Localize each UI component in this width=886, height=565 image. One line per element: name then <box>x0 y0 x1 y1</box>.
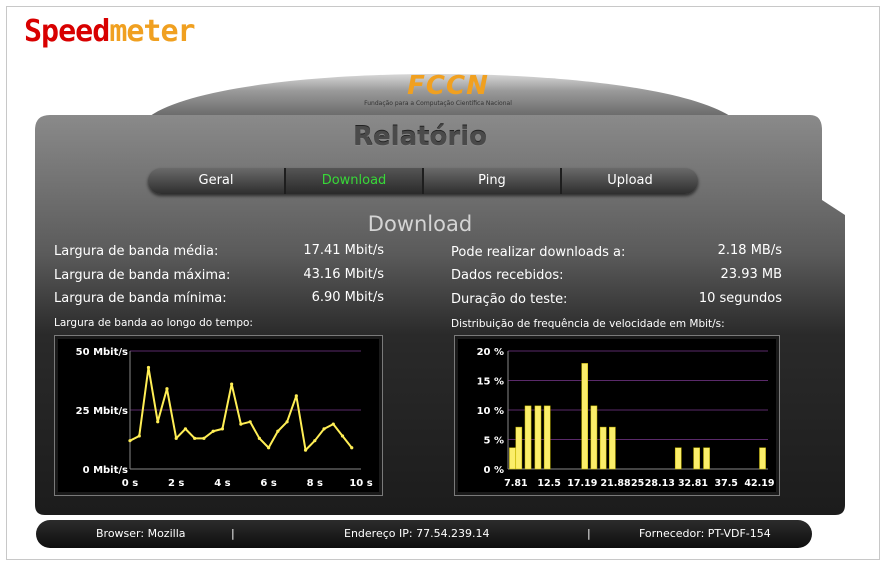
stat-data-received-value: 23.93 MB <box>720 267 782 282</box>
footer-browser: Browser: Mozilla <box>96 527 186 540</box>
bandwidth-point <box>276 429 280 433</box>
histogram-bar <box>674 447 682 470</box>
y-tick-label: 15 % <box>477 377 504 388</box>
histogram-bar <box>581 363 589 470</box>
footer-separator-2: | <box>587 527 591 540</box>
bandwidth-point <box>239 422 243 426</box>
histogram-title: Distribuição de frequência de velocidade… <box>451 318 725 330</box>
tab-download[interactable]: Download <box>286 168 424 194</box>
bandwidth-point <box>313 439 317 443</box>
line-chart-title: Largura de banda ao longo do tempo: <box>54 317 253 329</box>
bandwidth-point <box>128 439 132 443</box>
x-tick-label: 0 s <box>122 478 138 489</box>
stat-avg-bandwidth-value: 17.41 Mbit/s <box>303 243 384 258</box>
footer-ip: Endereço IP: 77.54.239.14 <box>344 527 490 540</box>
bandwidth-point <box>230 382 234 386</box>
histogram-bar <box>599 426 607 470</box>
stat-test-duration-value: 10 segundos <box>698 291 782 306</box>
bandwidth-point <box>193 436 197 440</box>
x-tick-label: 21.88 <box>601 478 631 489</box>
fccn-mark: FCCN <box>407 71 489 101</box>
x-tick-label: 7.81 <box>504 478 527 489</box>
y-tick-label: 20 % <box>477 347 504 358</box>
bandwidth-point <box>211 429 215 433</box>
tab-upload[interactable]: Upload <box>562 168 698 194</box>
x-tick-label: 6 s <box>260 478 276 489</box>
histogram-bar <box>759 447 766 470</box>
stat-min-bandwidth-label: Largura de banda mínima: <box>54 291 227 306</box>
y-tick-label: 50 Mbit/s <box>76 347 128 358</box>
fccn-subtitle: Fundação para a Computação Científica Na… <box>364 100 512 107</box>
bandwidth-point <box>165 387 169 391</box>
stat-download-rate-label: Pode realizar downloads a: <box>451 245 626 260</box>
histogram-bar <box>543 405 551 470</box>
bandwidth-point <box>248 420 252 424</box>
y-tick-label: 0 Mbit/s <box>83 465 128 476</box>
y-tick-label: 5 % <box>484 436 504 447</box>
histogram-bar <box>693 447 700 470</box>
x-tick-label: 4 s <box>214 478 230 489</box>
speed-histogram-chart: 0 % 5 % 10 % 15 % 20 % 7.81 12.5 17.19 21.88 25 28… <box>454 335 780 496</box>
footer-provider: Fornecedor: PT-VDF-154 <box>639 527 771 540</box>
stat-test-duration-label: Duração do teste: <box>451 292 568 307</box>
histogram-bar <box>703 447 710 470</box>
stat-data-received-label: Dados recebidos: <box>451 268 564 283</box>
bandwidth-point <box>156 420 160 424</box>
histogram-bar <box>534 405 542 470</box>
y-tick-label: 25 Mbit/s <box>76 406 128 417</box>
histogram-bar <box>590 405 598 470</box>
histogram-bar <box>515 426 523 470</box>
histogram-bar <box>609 426 616 470</box>
x-tick-label: 37.5 <box>714 478 737 489</box>
x-tick-label: 17.19 <box>567 478 597 489</box>
stat-avg-bandwidth-label: Largura de banda média: <box>54 244 219 259</box>
fccn-logo: FCCN Fundação para a Computação Científi… <box>364 71 518 112</box>
bandwidth-point <box>331 422 335 426</box>
y-tick-label: 0 % <box>484 465 504 476</box>
x-tick-label: 2 s <box>168 478 184 489</box>
bandwidth-point <box>303 448 308 452</box>
x-tick-label: 10 s <box>349 478 372 489</box>
bandwidth-point <box>340 434 345 438</box>
report-title: Relatório <box>353 122 487 152</box>
bandwidth-point <box>202 436 206 440</box>
histogram-bar <box>524 405 532 470</box>
bandwidth-point <box>146 365 151 370</box>
tab-ping[interactable]: Ping <box>424 168 562 194</box>
bandwidth-point <box>183 427 188 431</box>
bandwidth-line-chart: 0 Mbit/s 25 Mbit/s 50 Mbit/s 0 s 2 s 4 s 6 s 8 … <box>54 335 383 496</box>
x-tick-label: 12.5 <box>537 478 560 489</box>
bandwidth-point <box>350 446 354 450</box>
stat-min-bandwidth-value: 6.90 Mbit/s <box>311 290 384 305</box>
bandwidth-point <box>257 436 261 440</box>
bandwidth-point <box>267 446 271 450</box>
bandwidth-point <box>285 420 289 424</box>
bandwidth-point <box>174 436 178 440</box>
stat-max-bandwidth-value: 43.16 Mbit/s <box>303 267 384 282</box>
histogram-bar <box>509 447 516 470</box>
status-footer: Browser: Mozilla | Endereço IP: 77.54.23… <box>36 520 812 548</box>
x-tick-label: 28.13 <box>645 478 675 489</box>
tab-geral[interactable]: Geral <box>148 168 286 194</box>
footer-separator-1: | <box>231 527 235 540</box>
x-tick-label: 25 <box>631 478 644 489</box>
stat-max-bandwidth-label: Largura de banda máxima: <box>54 268 231 283</box>
section-title: Download <box>367 212 473 236</box>
bandwidth-point <box>322 427 326 431</box>
bandwidth-point <box>220 427 224 431</box>
bandwidth-point <box>137 434 141 438</box>
y-tick-label: 10 % <box>477 406 504 417</box>
x-tick-label: 8 s <box>307 478 323 489</box>
report-tabs: Geral Download Ping Upload <box>148 168 698 194</box>
x-tick-label: 32.81 <box>678 478 708 489</box>
stat-download-rate-value: 2.18 MB/s <box>717 243 782 258</box>
bandwidth-point <box>294 394 298 398</box>
x-tick-label: 42.19 <box>744 478 774 489</box>
